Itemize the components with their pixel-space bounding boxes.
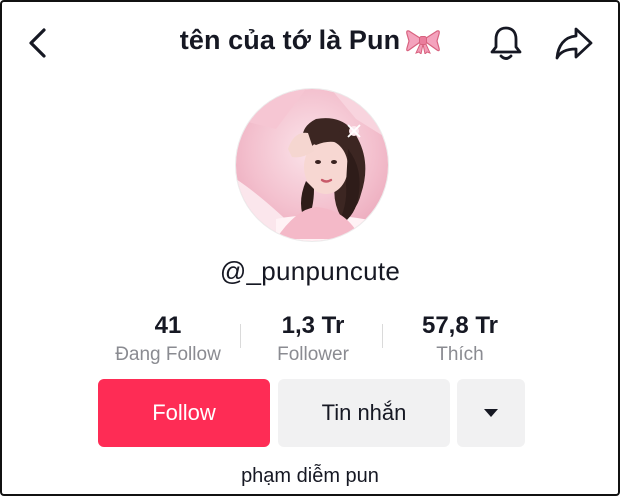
stat-divider: [240, 324, 241, 348]
profile-bio: phạm diễm pun: [241, 465, 379, 487]
following-label: Đang Follow: [115, 344, 221, 365]
notification-button[interactable]: [488, 24, 524, 62]
back-button[interactable]: [24, 26, 54, 60]
profile-screen: tên của tớ là Pun @_punpuncute 41 Đang F…: [0, 0, 620, 496]
share-button[interactable]: [554, 24, 594, 62]
stat-likes: 57,8 Tr Thích: [398, 311, 522, 369]
caret-down-icon: [484, 409, 498, 417]
more-options-button[interactable]: [457, 379, 525, 447]
stat-followers[interactable]: 1,3 Tr Follower: [260, 311, 366, 369]
stat-following[interactable]: 41 Đang Follow: [100, 311, 236, 369]
share-arrow-icon: [555, 27, 593, 60]
stat-divider: [382, 324, 383, 348]
avatar-image: [236, 89, 388, 241]
avatar[interactable]: [235, 88, 389, 242]
likes-label: Thích: [436, 344, 484, 365]
message-button[interactable]: Tin nhắn: [278, 379, 450, 447]
following-count: 41: [154, 312, 182, 339]
chevron-left-icon: [29, 28, 46, 58]
followers-label: Follower: [277, 344, 349, 365]
followers-count: 1,3 Tr: [281, 312, 345, 339]
follow-button[interactable]: Follow: [98, 379, 270, 447]
profile-title: tên của tớ là Pun: [152, 25, 468, 56]
ribbon-bow-icon: [406, 30, 441, 54]
profile-title-text: tên của tớ là Pun: [179, 25, 401, 55]
username: @_punpuncute: [219, 256, 401, 286]
likes-count: 57,8 Tr: [421, 312, 499, 339]
bell-icon: [490, 26, 522, 60]
top-bar: tên của tớ là Pun: [2, 2, 618, 84]
